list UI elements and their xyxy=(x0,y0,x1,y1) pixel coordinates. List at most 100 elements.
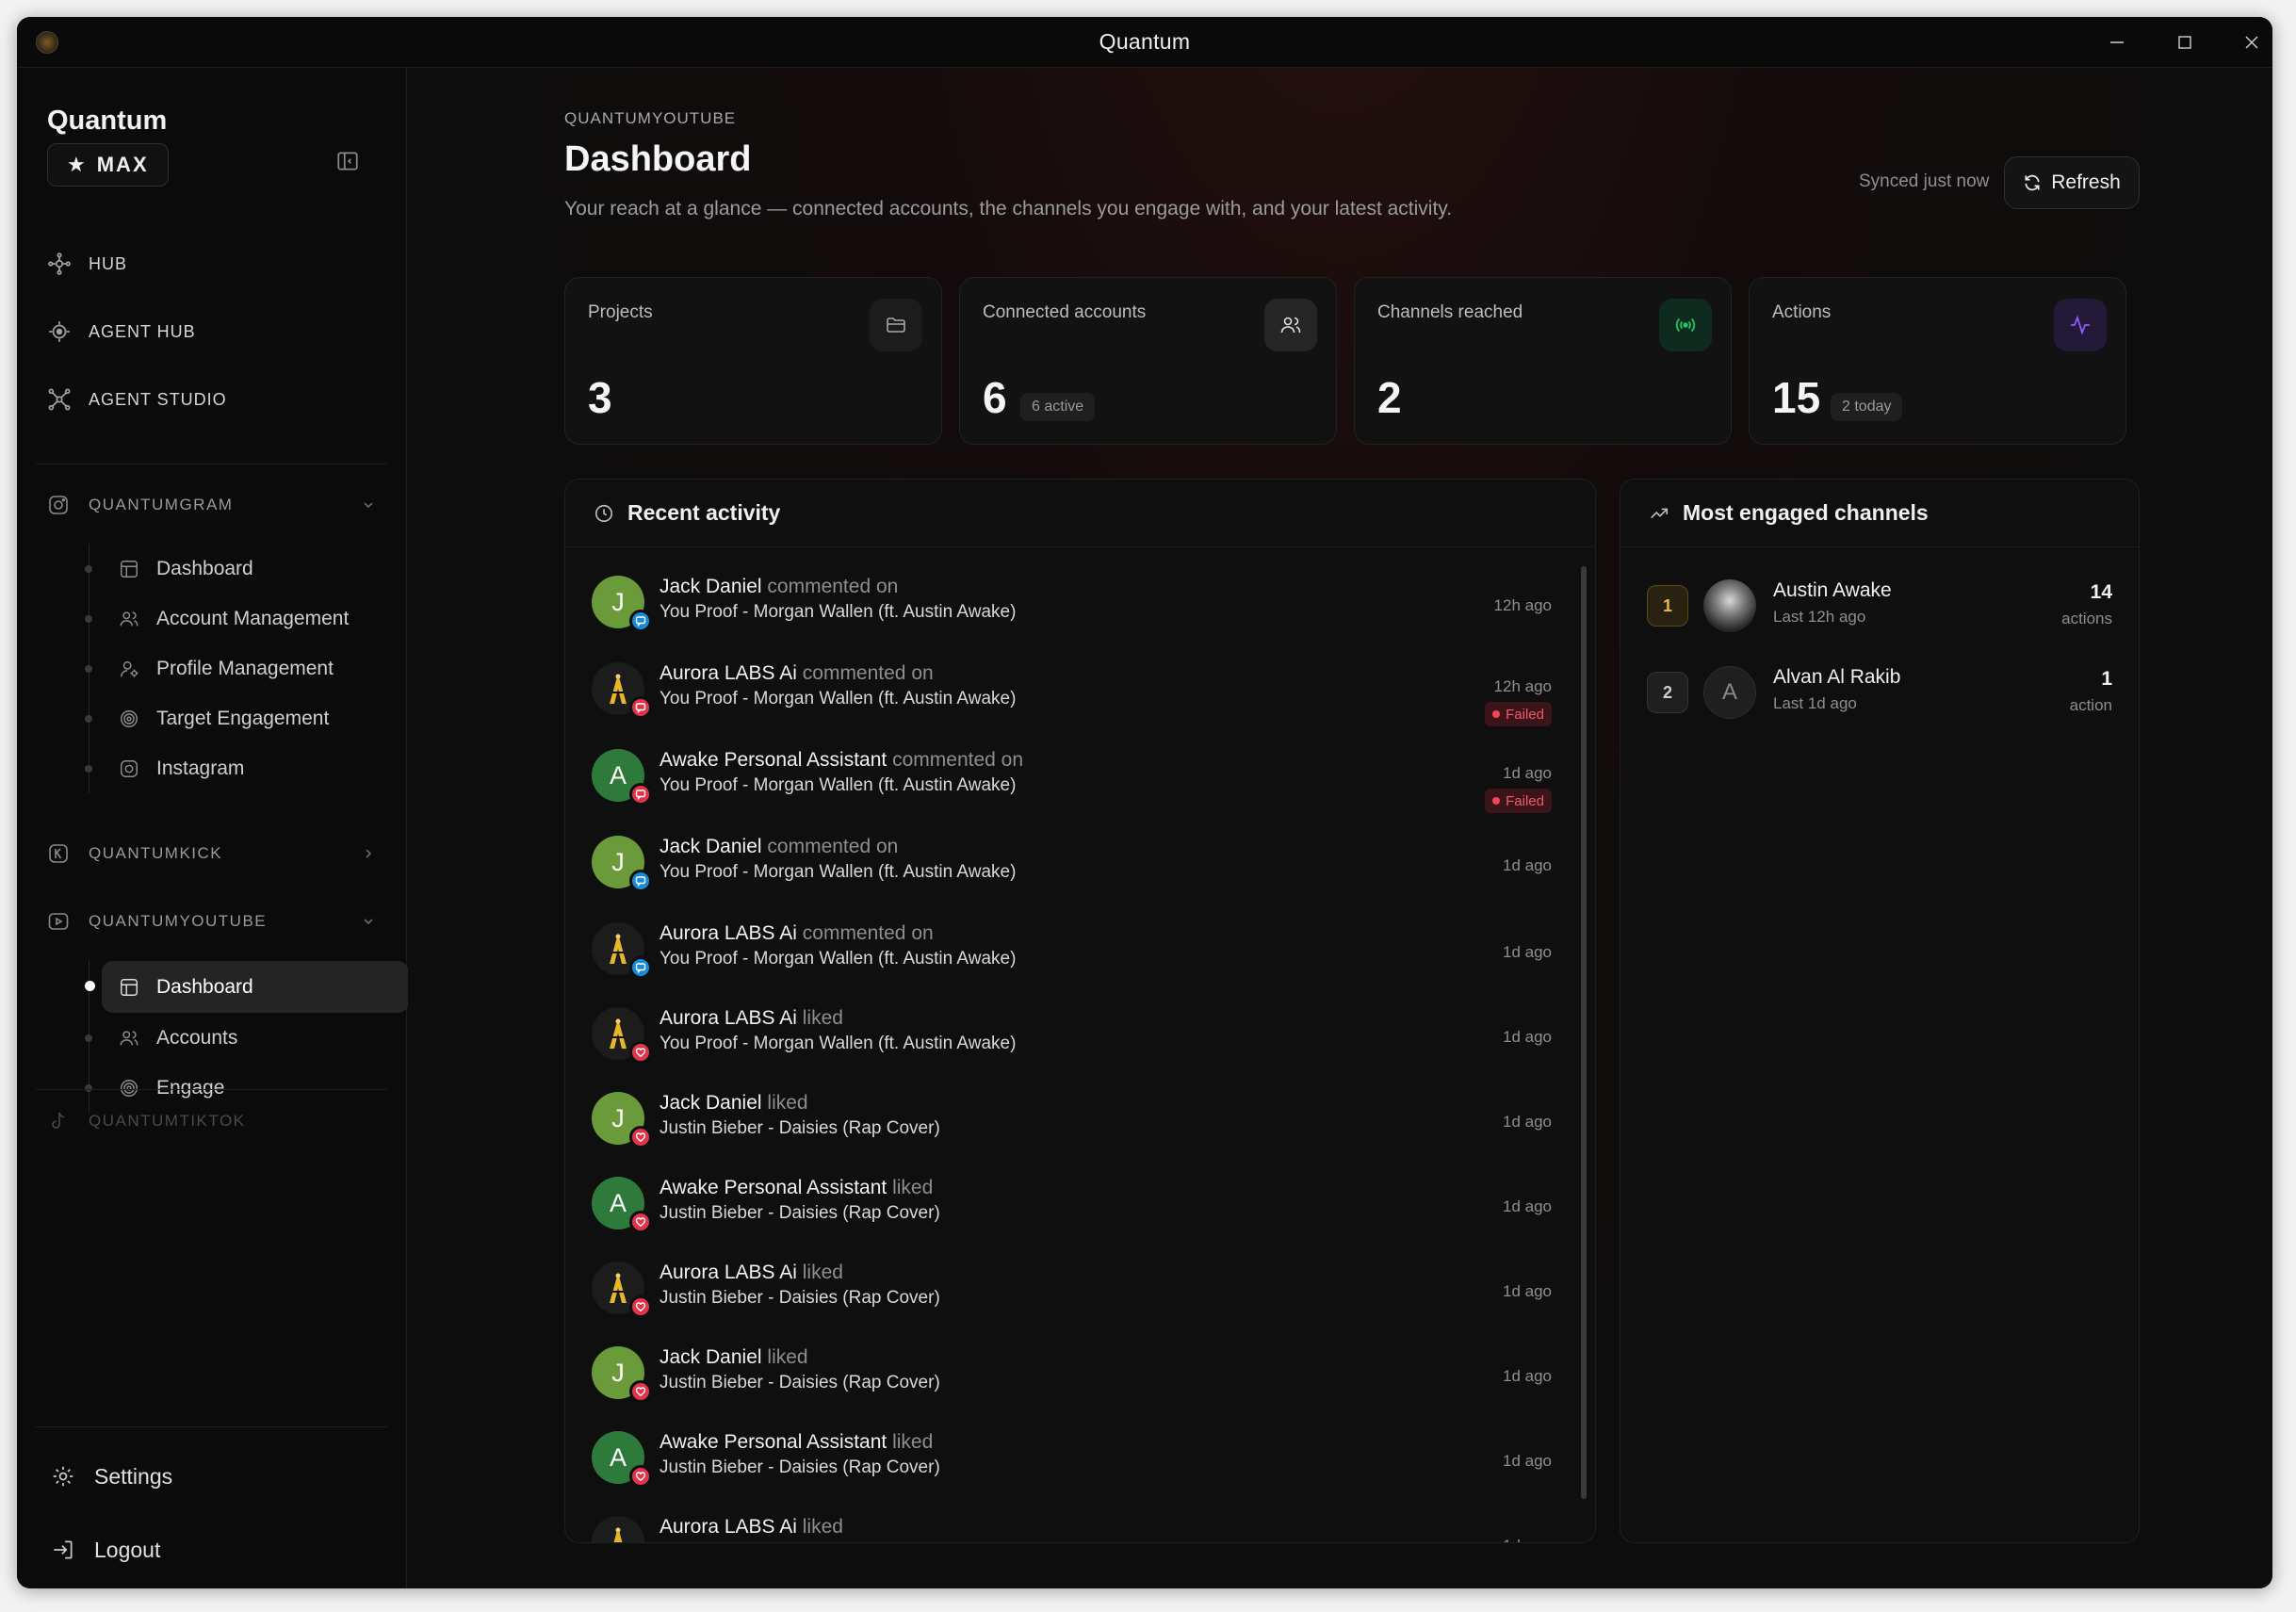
quantumgram-profile-management[interactable]: Profile Management xyxy=(73,643,381,693)
activity-row[interactable]: Aurora LABS Ai commented on You Proof - M… xyxy=(592,909,1552,994)
dashboard-icon xyxy=(121,560,138,578)
activity-actor[interactable]: Aurora LABS Ai xyxy=(659,1516,797,1538)
stat-label: Channels reached xyxy=(1377,302,1523,322)
stat-label: Projects xyxy=(588,302,653,322)
activity-target[interactable]: Justin Bieber - Daisies (Rap Cover) xyxy=(659,1118,940,1139)
quantumgram-target-engagement[interactable]: Target Engagement xyxy=(73,693,381,743)
activity-row[interactable]: A Awake Personal Assistant commented on Yo… xyxy=(592,736,1552,821)
section-quantumgram[interactable]: QUANTUMGRAM xyxy=(47,486,376,524)
activity-target[interactable]: Justin Bieber - Daisies (Rap Cover) xyxy=(659,1288,940,1309)
engaged-channel-row[interactable]: 1 Austin Awake Last 12h ago 14 actions xyxy=(1647,564,2112,640)
activity-target[interactable]: You Proof - Morgan Wallen (ft. Austin Aw… xyxy=(659,602,1016,623)
plan-label: MAX xyxy=(96,153,149,176)
sidebar-divider xyxy=(36,1089,387,1090)
subnav-dot xyxy=(85,1084,92,1092)
quantumgram-instagram[interactable]: Instagram xyxy=(73,743,381,793)
comment-icon xyxy=(629,610,652,632)
folder-icon xyxy=(870,299,922,351)
activity-target[interactable]: You Proof - Morgan Wallen (ft. Austin Aw… xyxy=(659,689,1016,709)
quantumgram-account-management[interactable]: Account Management xyxy=(73,594,381,643)
logout-button[interactable]: Logout xyxy=(51,1513,172,1587)
engaged-channel-row[interactable]: 2 A Alvan Al Rakib Last 1d ago 1 action xyxy=(1647,651,2112,726)
sync-status: Synced just now xyxy=(1859,171,1990,191)
breadcrumb: QUANTUMYOUTUBE xyxy=(564,109,737,127)
activity-row[interactable]: Aurora LABS Ai liked Justin Bieber - Dais… xyxy=(592,1248,1552,1333)
maximize-icon[interactable] xyxy=(2151,17,2219,68)
stat-label: Connected accounts xyxy=(983,302,1147,322)
refresh-button[interactable]: Refresh xyxy=(2004,156,2140,209)
close-icon[interactable] xyxy=(2218,17,2272,68)
activity-target[interactable]: Justin Bieber - Daisies (Rap Cover) xyxy=(659,1457,940,1478)
section-quantumyoutube[interactable]: QUANTUMYOUTUBE xyxy=(47,903,376,940)
stat-projects: Projects 3 xyxy=(564,277,942,445)
quantumgram-dashboard[interactable]: Dashboard xyxy=(73,544,381,594)
heart-icon xyxy=(629,1211,652,1233)
app-logo-icon xyxy=(36,31,58,54)
users-icon xyxy=(120,611,138,626)
tiktok-icon xyxy=(52,1112,65,1129)
section-quantumkick[interactable]: QUANTUMKICK xyxy=(47,835,376,872)
settings-button[interactable]: Settings xyxy=(51,1440,172,1513)
activity-target[interactable]: Justin Bieber - Daisies (Rap Cover) xyxy=(659,1203,940,1224)
activity-actor[interactable]: Awake Personal Assistant xyxy=(659,1431,887,1453)
subnav-dot xyxy=(85,665,92,673)
nav-agent-studio[interactable]: AGENT STUDIO xyxy=(47,366,227,433)
section-quantumtiktok[interactable]: QUANTUMTIKTOK xyxy=(47,1102,376,1140)
subnav-dot xyxy=(85,765,92,773)
nav-agent-hub[interactable]: AGENT HUB xyxy=(47,298,227,366)
activity-verb: commented on xyxy=(767,836,899,857)
activity-target[interactable]: You Proof - Morgan Wallen (ft. Austin Aw… xyxy=(659,949,1016,969)
activity-target[interactable]: You Proof - Morgan Wallen (ft. Austin Aw… xyxy=(659,1034,1016,1054)
activity-verb: liked xyxy=(802,1516,843,1538)
status-dot xyxy=(1492,710,1501,718)
activity-row[interactable]: Aurora LABS Ai liked You Proof - Morgan W… xyxy=(592,994,1552,1079)
activity-row[interactable]: J Jack Daniel commented on You Proof - Mor… xyxy=(592,822,1552,907)
main-content: QUANTUMYOUTUBE Dashboard Your reach at a… xyxy=(408,68,2272,1588)
activity-row[interactable]: A Awake Personal Assistant liked Justin Bi… xyxy=(592,1418,1552,1503)
sidebar: Quantum ★ MAX HUB AGENT HUB AGENT STUDIO xyxy=(17,68,409,1588)
activity-actor[interactable]: Aurora LABS Ai xyxy=(659,1262,797,1283)
activity-verb: liked xyxy=(892,1177,934,1198)
activity-actor[interactable]: Jack Daniel xyxy=(659,576,762,597)
target-icon xyxy=(121,1079,138,1097)
activity-actor[interactable]: Jack Daniel xyxy=(659,836,762,857)
quantumyoutube-dashboard[interactable]: Dashboard xyxy=(85,961,409,1013)
activity-verb: commented on xyxy=(892,749,1024,771)
activity-actor[interactable]: Aurora LABS Ai xyxy=(659,662,797,684)
activity-row[interactable]: Aurora LABS Ai liked 1d ago xyxy=(592,1503,1552,1542)
recent-activity-title: Recent activity xyxy=(627,500,781,525)
activity-time: 1d ago xyxy=(1503,1282,1552,1300)
activity-actor[interactable]: Jack Daniel xyxy=(659,1346,762,1368)
stat-pill: 6 active xyxy=(1020,393,1096,421)
aurora-logo-avatar xyxy=(592,1516,644,1542)
nav-hub[interactable]: HUB xyxy=(47,230,227,298)
minimize-icon[interactable] xyxy=(2083,17,2151,68)
activity-verb: liked xyxy=(802,1262,843,1283)
activity-row[interactable]: J Jack Daniel commented on You Proof - Mor… xyxy=(592,562,1552,647)
activity-row[interactable]: A Awake Personal Assistant liked Justin Bi… xyxy=(592,1164,1552,1248)
activity-summary: Jack Daniel liked xyxy=(659,1092,808,1115)
agent-studio-icon xyxy=(48,388,71,411)
activity-actor[interactable]: Aurora LABS Ai xyxy=(659,1007,797,1029)
scrollbar-thumb[interactable] xyxy=(1581,566,1587,1499)
activity-row[interactable]: J Jack Daniel liked Justin Bieber - Daisie… xyxy=(592,1079,1552,1164)
quantumyoutube-accounts[interactable]: Accounts xyxy=(73,1013,381,1063)
collapse-sidebar-icon[interactable] xyxy=(335,149,364,177)
activity-target[interactable]: You Proof - Morgan Wallen (ft. Austin Aw… xyxy=(659,862,1016,883)
activity-row[interactable]: J Jack Daniel liked Justin Bieber - Daisie… xyxy=(592,1333,1552,1418)
activity-actor[interactable]: Awake Personal Assistant xyxy=(659,749,887,771)
activity-target[interactable]: You Proof - Morgan Wallen (ft. Austin Aw… xyxy=(659,775,1016,796)
activity-actor[interactable]: Awake Personal Assistant xyxy=(659,1177,887,1198)
activity-time: 1d ago xyxy=(1503,1537,1552,1542)
activity-actor[interactable]: Aurora LABS Ai xyxy=(659,922,797,944)
engaged-channels-panel: Most engaged channels 1 Austin Awake Last … xyxy=(1620,479,2140,1543)
activity-target[interactable]: Justin Bieber - Daisies (Rap Cover) xyxy=(659,1373,940,1393)
activity-verb: commented on xyxy=(802,922,934,944)
activity-time: 1d ago xyxy=(1503,1452,1552,1470)
stat-value: 2 xyxy=(1377,373,1402,422)
activity-verb: liked xyxy=(892,1431,934,1453)
settings-label: Settings xyxy=(94,1463,173,1489)
kick-icon xyxy=(49,844,68,863)
activity-actor[interactable]: Jack Daniel xyxy=(659,1092,762,1114)
activity-row[interactable]: Aurora LABS Ai commented on You Proof - M… xyxy=(592,649,1552,734)
